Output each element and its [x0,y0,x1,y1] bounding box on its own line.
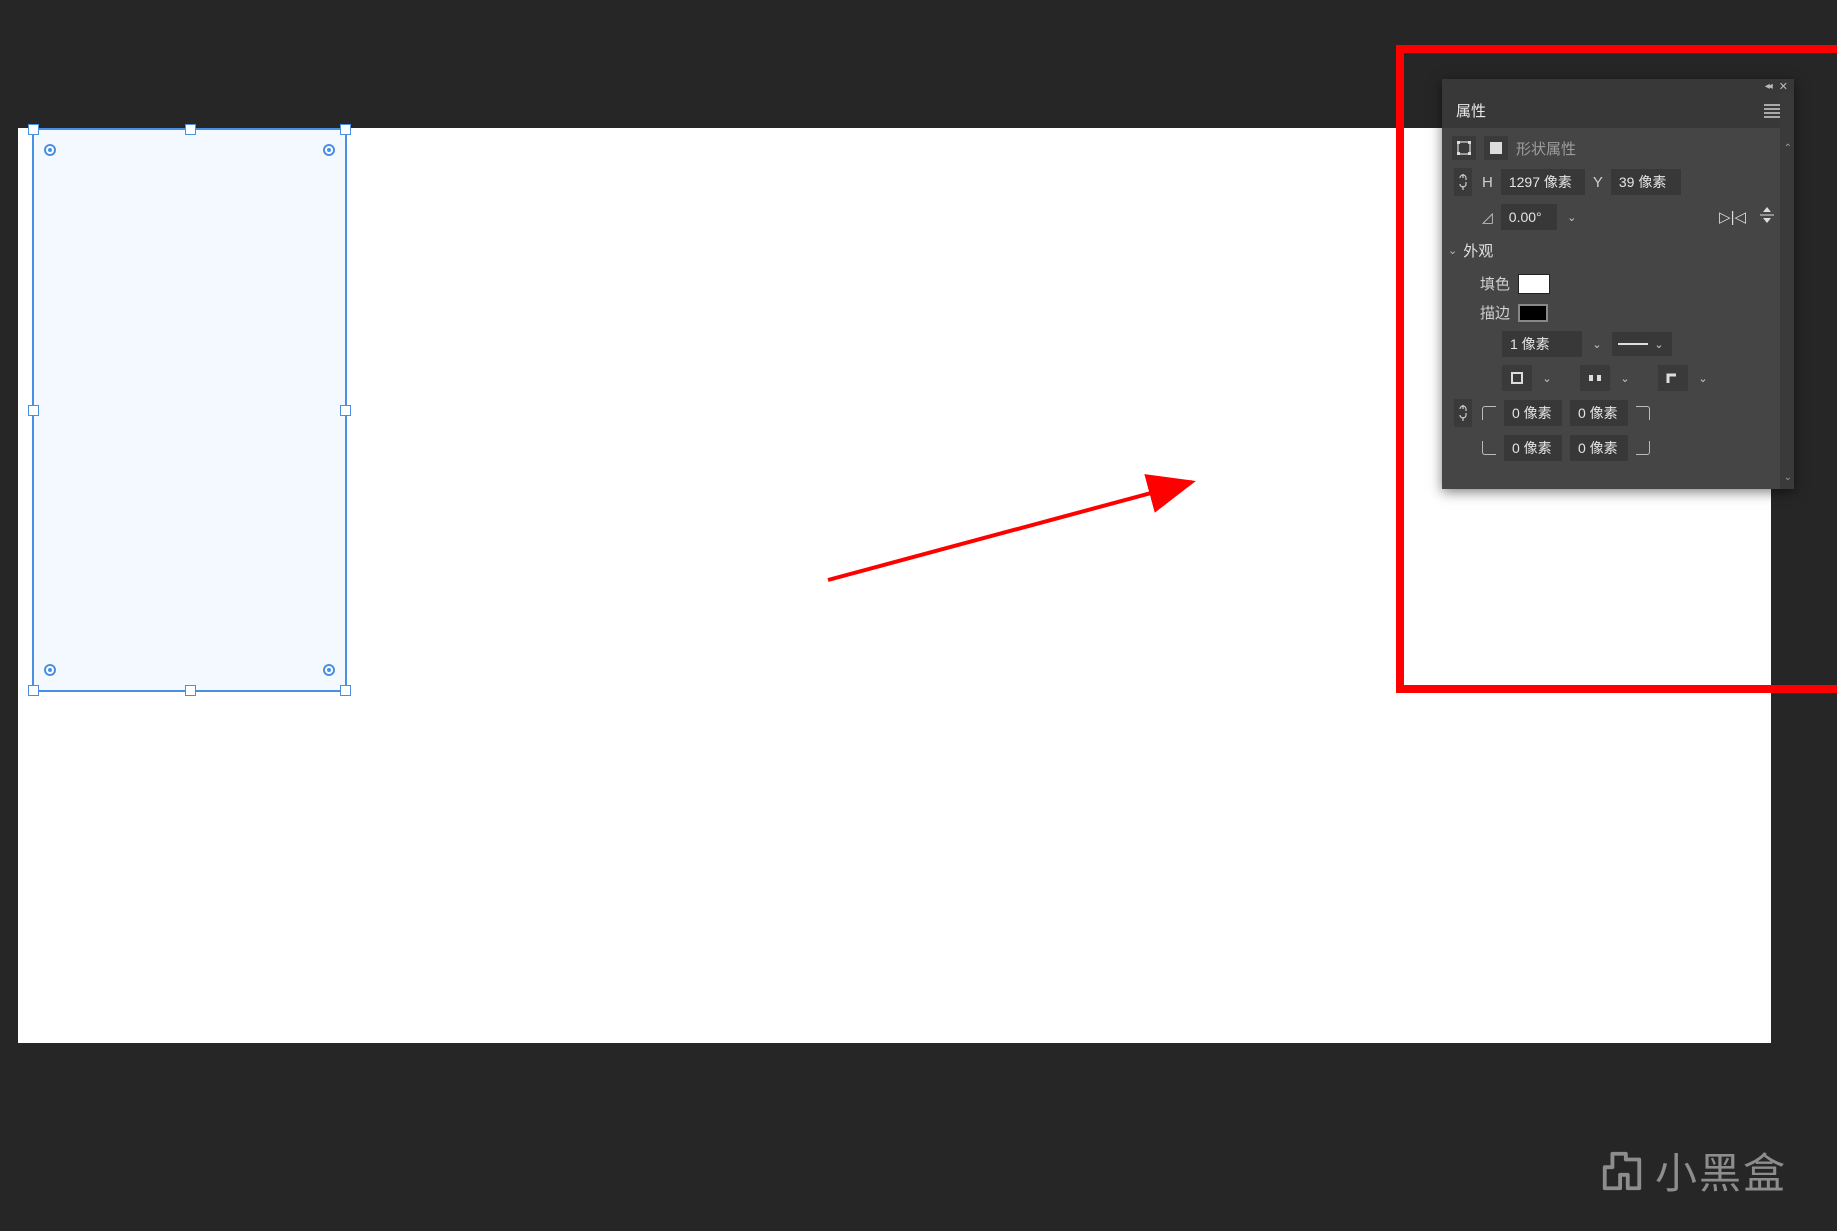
resize-handle-top-center[interactable] [185,124,196,135]
appearance-section-header[interactable]: ⌄ 外观 [1448,240,1774,261]
stroke-style-dropdown[interactable]: ⌄ [1612,332,1672,356]
corner-tl-icon [1482,406,1496,420]
bounding-box-icon[interactable] [1452,136,1476,160]
fill-row: 填色 [1452,273,1774,294]
collapse-panel-icon[interactable]: ◂◂ [1765,81,1771,92]
corner-radius-handle-bl[interactable] [44,664,56,676]
panel-menu-icon[interactable] [1764,104,1780,118]
appearance-title: 外观 [1463,240,1493,261]
scroll-up-icon[interactable]: ⌃ [1784,143,1792,154]
stroke-row: 描边 [1452,302,1774,323]
resize-handle-middle-left[interactable] [28,405,39,416]
resize-handle-top-right[interactable] [340,124,351,135]
rotation-row: ◿ 0.00° ⌄ ▷|◁ [1452,204,1774,230]
panel-tab-header[interactable]: 属性 [1442,93,1794,128]
chevron-down-icon: ⌄ [1448,244,1457,257]
flip-vertical-icon[interactable] [1760,207,1774,227]
stroke-width-dropdown-icon[interactable]: ⌄ [1590,338,1604,351]
stroke-label: 描边 [1480,302,1510,323]
corner-radius-row-2: 0 像素 0 像素 [1452,435,1774,461]
angle-dropdown-icon[interactable]: ⌄ [1565,211,1579,224]
height-label: H [1482,174,1493,191]
corner-radius-bl-input[interactable]: 0 像素 [1504,435,1562,461]
stroke-corners-button[interactable] [1658,365,1688,391]
shape-type-row: 形状属性 [1452,136,1774,160]
stroke-align-dropdown-icon[interactable]: ⌄ [1540,372,1554,385]
scroll-down-icon[interactable]: ⌄ [1784,472,1792,483]
close-panel-icon[interactable]: ✕ [1779,80,1788,93]
corner-radius-handle-tr[interactable] [323,144,335,156]
panel-title: 属性 [1456,100,1486,121]
height-input[interactable]: 1297 像素 [1501,169,1585,195]
stroke-caps-dropdown-icon[interactable]: ⌄ [1618,372,1632,385]
properties-panel: ⌃ ⌄ ◂◂ ✕ 属性 形状属性 H 1297 像素 Y [1442,79,1794,489]
watermark-logo-icon [1599,1148,1645,1194]
y-label: Y [1593,174,1603,191]
link-dimensions-icon[interactable] [1454,168,1472,196]
resize-handle-bottom-center[interactable] [185,685,196,696]
y-input[interactable]: 39 像素 [1611,169,1681,195]
fill-color-swatch[interactable] [1518,274,1550,294]
corner-radius-row-1: 0 像素 0 像素 [1452,399,1774,427]
panel-titlebar: ◂◂ ✕ [1442,79,1794,93]
corner-radius-br-input[interactable]: 0 像素 [1570,435,1628,461]
corner-radius-handle-br[interactable] [323,664,335,676]
flip-horizontal-icon[interactable]: ▷|◁ [1719,208,1746,226]
resize-handle-middle-right[interactable] [340,405,351,416]
stroke-width-input[interactable]: 1 像素 [1502,331,1582,357]
corner-tr-icon [1636,406,1650,420]
corner-br-icon [1636,441,1650,455]
panel-scrollbar[interactable]: ⌃ ⌄ [1780,93,1794,489]
shape-type-label: 形状属性 [1516,138,1576,159]
angle-input[interactable]: 0.00° [1501,204,1557,230]
corner-radius-handle-tl[interactable] [44,144,56,156]
link-corners-icon[interactable] [1454,399,1472,427]
selected-rectangle-shape[interactable] [32,128,347,692]
resize-handle-top-left[interactable] [28,124,39,135]
stroke-color-swatch[interactable] [1518,304,1548,322]
resize-handle-bottom-right[interactable] [340,685,351,696]
corner-bl-icon [1482,441,1496,455]
stroke-corners-dropdown-icon[interactable]: ⌄ [1696,372,1710,385]
watermark-text: 小黑盒 [1655,1140,1787,1201]
dimensions-row: H 1297 像素 Y 39 像素 [1452,168,1774,196]
live-shape-icon[interactable] [1484,136,1508,160]
corner-radius-tl-input[interactable]: 0 像素 [1504,400,1562,426]
fill-label: 填色 [1480,273,1510,294]
stroke-align-row: ⌄ ⌄ ⌄ [1452,365,1774,391]
resize-handle-bottom-left[interactable] [28,685,39,696]
watermark: 小黑盒 [1599,1140,1787,1201]
corner-radius-tr-input[interactable]: 0 像素 [1570,400,1628,426]
stroke-width-row: 1 像素 ⌄ ⌄ [1452,331,1774,357]
angle-icon: ◿ [1482,209,1493,226]
stroke-caps-button[interactable] [1580,365,1610,391]
stroke-align-button[interactable] [1502,365,1532,391]
